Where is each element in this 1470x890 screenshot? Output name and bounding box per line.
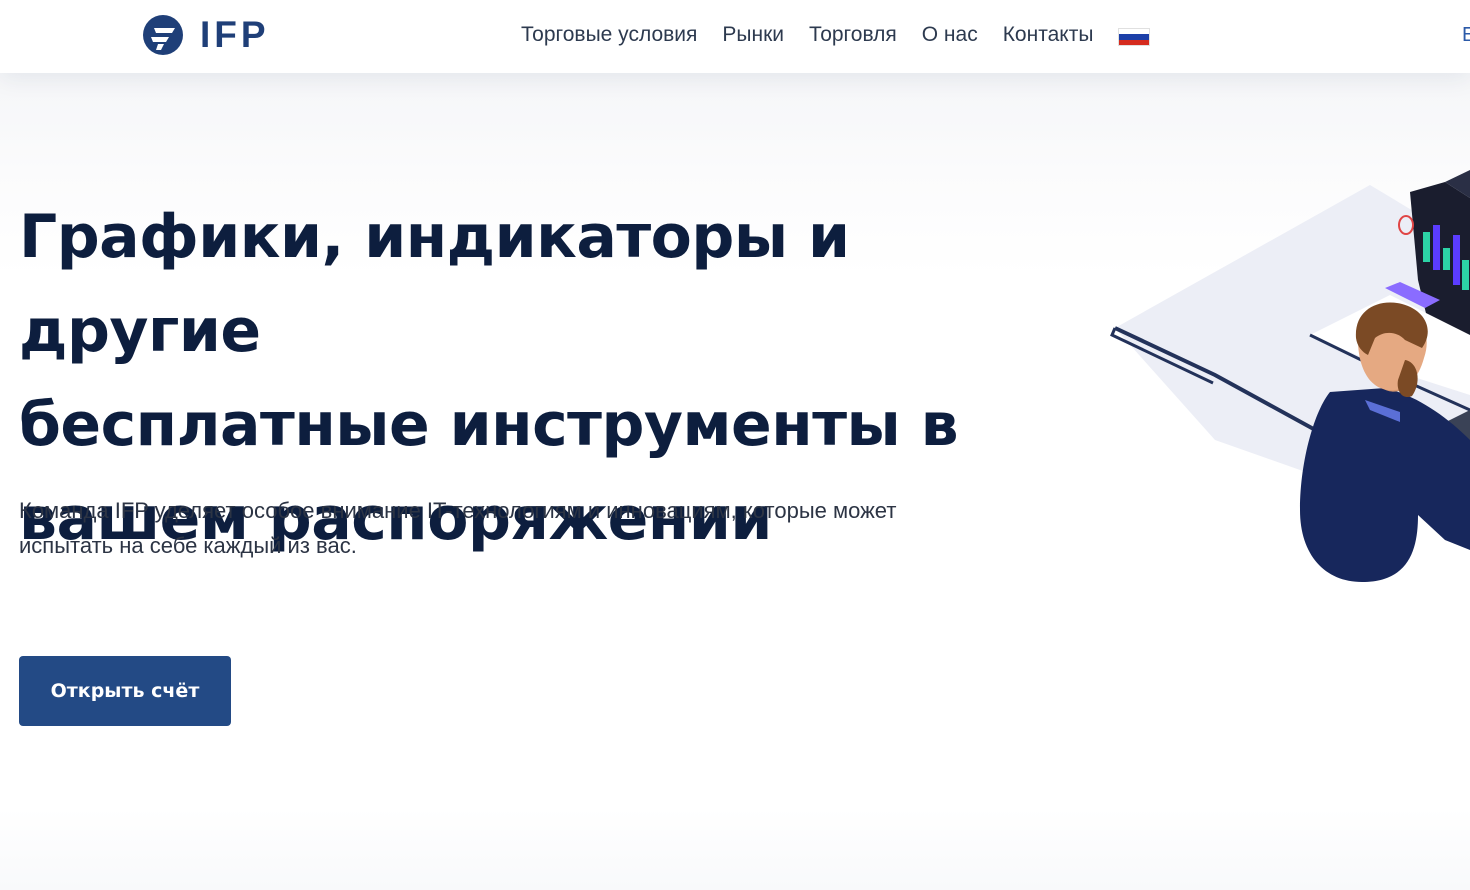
- site-header: IFP Торговые условия Рынки Торговля О на…: [0, 0, 1470, 73]
- trader-illustration: [1110, 170, 1470, 582]
- logo-link[interactable]: IFP: [142, 14, 270, 56]
- headline-line-2: бесплатные инструменты в: [19, 390, 959, 460]
- main-nav: Торговые условия Рынки Торговля О нас Ко…: [521, 21, 1151, 49]
- nav-trading-conditions[interactable]: Торговые условия: [521, 21, 697, 49]
- page: IFP Торговые условия Рынки Торговля О на…: [0, 0, 1470, 890]
- nav-trading[interactable]: Торговля: [809, 21, 897, 49]
- hero-description: Команда IFP уделяет особое внимание IT-т…: [19, 493, 999, 563]
- nav-about[interactable]: О нас: [922, 21, 978, 49]
- russia-flag-icon[interactable]: [1118, 28, 1151, 46]
- description-line-1: Команда IFP уделяет особое внимание IT-т…: [19, 498, 897, 523]
- logo-icon: [143, 15, 183, 55]
- open-account-button[interactable]: Открыть счёт: [19, 656, 231, 726]
- logo-text: IFP: [200, 14, 270, 55]
- headline-line-1: Графики, индикаторы и другие: [19, 202, 850, 366]
- nav-markets[interactable]: Рынки: [722, 21, 784, 49]
- header-edge-text[interactable]: E: [1462, 22, 1470, 48]
- description-line-2: испытать на себе каждый из вас.: [19, 533, 357, 558]
- nav-contacts[interactable]: Контакты: [1003, 21, 1094, 49]
